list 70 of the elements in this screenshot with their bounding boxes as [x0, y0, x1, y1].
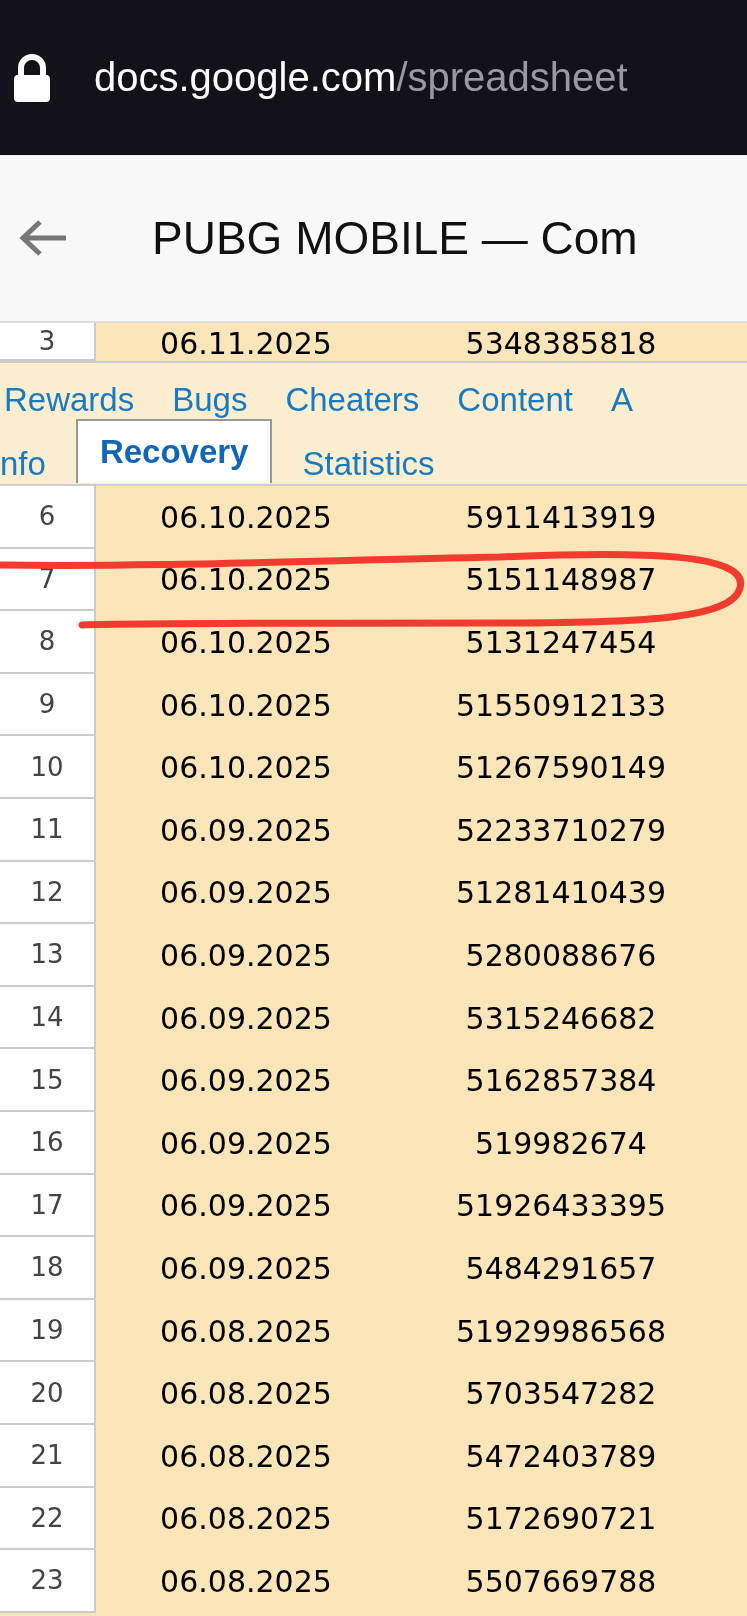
row-number: 6	[0, 486, 96, 549]
table-cell-text: 06.09.2025	[159, 1063, 333, 1099]
table-cell-text: 06.09.2025	[159, 875, 333, 911]
sheet-tab[interactable]: Bugs	[172, 381, 248, 419]
table-cell-text: 06.09.2025	[159, 937, 333, 973]
sheet-tab[interactable]: Content	[457, 381, 573, 419]
row-number: 23	[0, 1550, 96, 1613]
table-cell-text: 5280088676	[464, 937, 658, 973]
document-title: PUBG MOBILE — Com	[152, 211, 638, 265]
row-number: 16	[0, 1111, 96, 1175]
table-cell-text: 5484291657	[464, 1250, 658, 1286]
sheet-tab[interactable]: A	[610, 381, 633, 419]
row-number: 22	[0, 1487, 96, 1551]
table-cell-text: 06.08.2025	[159, 1563, 333, 1599]
table-cell-text: 06.10.2025	[159, 750, 333, 786]
table-cell-text: 06.10.2025	[159, 687, 333, 723]
row-number: 15	[0, 1049, 96, 1112]
row-number: 11	[0, 798, 96, 862]
row-number: 9	[0, 673, 96, 737]
table-cell-text: 51929986568	[455, 1313, 667, 1349]
row-number: 12	[0, 861, 96, 925]
table-cell-text: 06.10.2025	[159, 499, 333, 535]
lock-icon	[12, 53, 52, 102]
table-cell-text: 06.09.2025	[159, 1125, 333, 1161]
back-arrow-icon[interactable]	[18, 218, 68, 258]
table-cell-text: 51267590149	[455, 750, 667, 786]
table-cell-text: 06.08.2025	[159, 1376, 333, 1412]
table-cell-text: 5172690721	[464, 1501, 658, 1537]
row-number: 19	[0, 1299, 96, 1363]
table-cell-text: 06.10.2025	[159, 625, 333, 660]
sheet-tab[interactable]: Rewards	[4, 381, 135, 419]
table-cell-text: 5131247454	[464, 625, 658, 660]
row-number: 21	[0, 1424, 96, 1488]
table-cell-text: 06.09.2025	[159, 812, 333, 848]
table-cell-text: 5162857384	[464, 1063, 658, 1099]
table-cell-text: 5472403789	[464, 1438, 658, 1474]
table-cell-text: 06.09.2025	[159, 1250, 333, 1286]
table-cell-text: 51281410439	[455, 875, 667, 911]
table-cell-text: 06.09.2025	[159, 1000, 333, 1036]
table-cell-text: 06.11.2025	[159, 326, 333, 361]
table-cell-text: 5911413919	[464, 499, 658, 535]
table-cell-text: 52233710279	[455, 812, 667, 848]
address-bar[interactable]: docs.google.com/spreadsheet	[0, 0, 747, 155]
table-cell-text: 5315246682	[464, 1000, 658, 1036]
row-number: 17	[0, 1174, 96, 1238]
sheet-tab[interactable]: nfo	[0, 445, 46, 483]
row-number: 8	[0, 611, 96, 674]
sheet-tab[interactable]: Statistics	[302, 445, 435, 483]
row-number: 20	[0, 1362, 96, 1425]
row-number: 14	[0, 986, 96, 1050]
table-cell-text: 5507669788	[464, 1563, 658, 1599]
row-number: 10	[0, 736, 96, 799]
table-cell-text: 06.10.2025	[159, 562, 333, 598]
table-cell-text: 5348385818	[464, 326, 658, 361]
table-cell-text: 5703547282	[464, 1376, 658, 1412]
url-path: /spreadsheet	[396, 55, 628, 100]
table-cell-text: 06.09.2025	[159, 1188, 333, 1224]
table-cell-text: 5151148987	[464, 562, 658, 598]
url-domain: docs.google.com	[94, 55, 397, 100]
table-cell-text: 51926433395	[455, 1188, 667, 1224]
table-cell-text: 06.08.2025	[159, 1501, 333, 1537]
row-number: 3	[0, 323, 96, 361]
row-number: 18	[0, 1237, 96, 1300]
sheet-tab[interactable]: Cheaters	[285, 381, 420, 419]
row-number: 13	[0, 924, 96, 987]
table-cell-text: 51550912133	[455, 687, 667, 723]
table-cell-text: 519982674	[474, 1125, 648, 1161]
table-cell-text: 06.08.2025	[159, 1438, 333, 1474]
table-cell-text: 06.08.2025	[159, 1313, 333, 1349]
sheet-tab[interactable]: Recovery	[75, 419, 273, 483]
